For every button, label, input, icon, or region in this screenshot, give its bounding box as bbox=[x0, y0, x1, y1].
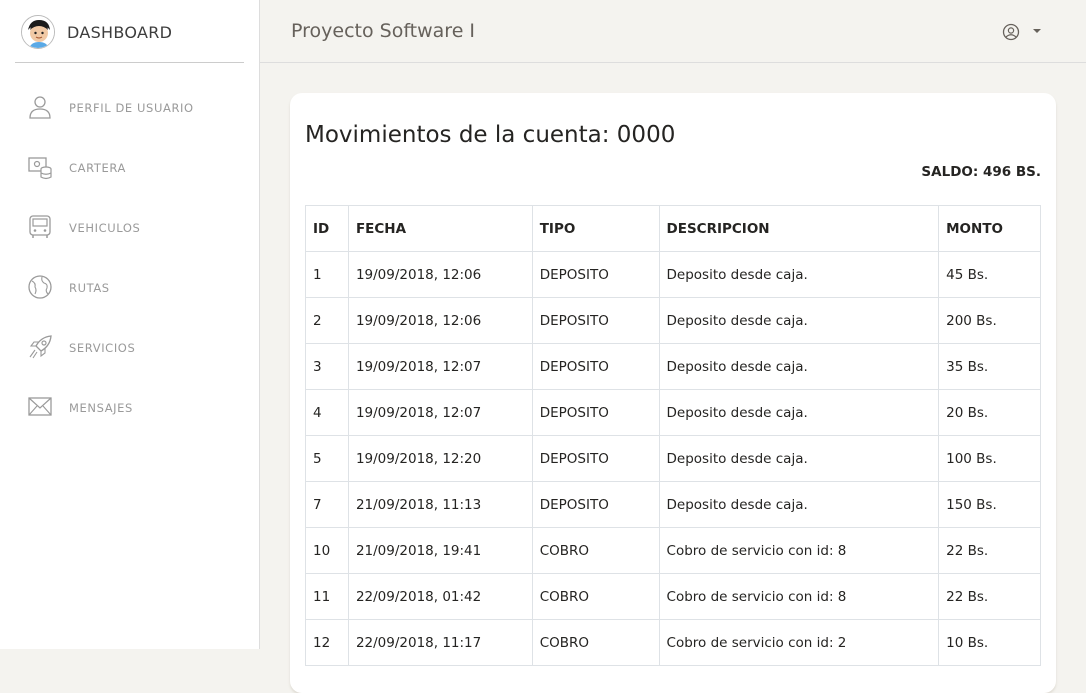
table-row: 7 21/09/2018, 11:13 DEPOSITO Deposito desde… bbox=[305, 481, 1041, 528]
cell-tipo: COBRO bbox=[531, 619, 660, 666]
cell-descripcion: Cobro de servicio con id: 2 bbox=[658, 619, 940, 666]
cell-fecha: 19/09/2018, 12:07 bbox=[347, 389, 533, 436]
cell-id: 10 bbox=[305, 527, 349, 574]
cell-monto: 20 Bs. bbox=[938, 389, 1041, 436]
cell-tipo: DEPOSITO bbox=[531, 251, 660, 298]
cell-monto: 150 Bs. bbox=[938, 481, 1041, 528]
cell-fecha: 21/09/2018, 11:13 bbox=[347, 481, 533, 528]
cell-id: 3 bbox=[305, 343, 349, 390]
sidebar-item-perfil[interactable]: PERFIL DE USUARIO bbox=[0, 86, 259, 130]
column-header-id: ID bbox=[305, 205, 349, 252]
cell-descripcion: Deposito desde caja. bbox=[658, 343, 940, 390]
table-row: 3 19/09/2018, 12:07 DEPOSITO Deposito desde… bbox=[305, 343, 1041, 390]
brand-title: DASHBOARD bbox=[67, 23, 173, 42]
cell-monto: 22 Bs. bbox=[938, 527, 1041, 574]
cell-monto: 22 Bs. bbox=[938, 573, 1041, 620]
cell-descripcion: Deposito desde caja. bbox=[658, 251, 940, 298]
cell-fecha: 22/09/2018, 01:42 bbox=[347, 573, 533, 620]
cell-tipo: DEPOSITO bbox=[531, 297, 660, 344]
brand[interactable]: DASHBOARD bbox=[15, 0, 244, 63]
cell-tipo: DEPOSITO bbox=[531, 389, 660, 436]
column-header-monto: MONTO bbox=[938, 205, 1041, 252]
cell-descripcion: Deposito desde caja. bbox=[658, 297, 940, 344]
table-header-row: ID FECHA TIPO DESCRIPCION MONTO bbox=[305, 205, 1041, 252]
cell-monto: 35 Bs. bbox=[938, 343, 1041, 390]
sidebar: DASHBOARD PERFIL DE USUARIO CARTERA VEHI… bbox=[0, 0, 260, 649]
sidebar-item-label: PERFIL DE USUARIO bbox=[69, 101, 194, 115]
table-row: 4 19/09/2018, 12:07 DEPOSITO Deposito desde… bbox=[305, 389, 1041, 436]
cell-fecha: 21/09/2018, 19:41 bbox=[347, 527, 533, 574]
cell-id: 5 bbox=[305, 435, 349, 482]
cell-monto: 200 Bs. bbox=[938, 297, 1041, 344]
sidebar-item-label: RUTAS bbox=[69, 281, 110, 295]
user-circle-icon bbox=[1002, 23, 1020, 41]
sidebar-item-label: CARTERA bbox=[69, 161, 126, 175]
cell-fecha: 19/09/2018, 12:06 bbox=[347, 251, 533, 298]
cell-tipo: COBRO bbox=[531, 573, 660, 620]
movements-card: Movimientos de la cuenta: 0000 SALDO: 49… bbox=[290, 93, 1056, 693]
column-header-fecha: FECHA bbox=[347, 205, 533, 252]
cell-id: 2 bbox=[305, 297, 349, 344]
sidebar-item-servicios[interactable]: SERVICIOS bbox=[0, 326, 259, 370]
cell-id: 7 bbox=[305, 481, 349, 528]
table-row: 11 22/09/2018, 01:42 COBRO Cobro de servici… bbox=[305, 573, 1041, 620]
table-row: 2 19/09/2018, 12:06 DEPOSITO Deposito desde… bbox=[305, 297, 1041, 344]
sidebar-item-label: VEHICULOS bbox=[69, 221, 141, 235]
bus-icon bbox=[29, 215, 51, 238]
column-header-tipo: TIPO bbox=[531, 205, 660, 252]
cell-monto: 45 Bs. bbox=[938, 251, 1041, 298]
cell-descripcion: Deposito desde caja. bbox=[658, 389, 940, 436]
sidebar-item-label: SERVICIOS bbox=[69, 341, 136, 355]
user-icon bbox=[29, 96, 51, 119]
cell-id: 12 bbox=[305, 619, 349, 666]
cell-id: 4 bbox=[305, 389, 349, 436]
user-menu-dropdown[interactable] bbox=[1001, 22, 1045, 42]
cell-fecha: 19/09/2018, 12:20 bbox=[347, 435, 533, 482]
cell-fecha: 22/09/2018, 11:17 bbox=[347, 619, 533, 666]
sidebar-item-mensajes[interactable]: MENSAJES bbox=[0, 386, 259, 430]
cell-descripcion: Deposito desde caja. bbox=[658, 481, 940, 528]
wallet-icon bbox=[28, 157, 52, 180]
cell-descripcion: Cobro de servicio con id: 8 bbox=[658, 573, 940, 620]
caret-down-icon bbox=[1033, 29, 1041, 33]
cell-fecha: 19/09/2018, 12:06 bbox=[347, 297, 533, 344]
cell-descripcion: Cobro de servicio con id: 8 bbox=[658, 527, 940, 574]
globe-icon bbox=[28, 275, 52, 299]
top-navbar: Proyecto Software I bbox=[260, 0, 1086, 63]
cell-tipo: DEPOSITO bbox=[531, 481, 660, 528]
cell-tipo: DEPOSITO bbox=[531, 343, 660, 390]
cell-id: 11 bbox=[305, 573, 349, 620]
cell-monto: 100 Bs. bbox=[938, 435, 1041, 482]
page-title: Proyecto Software I bbox=[291, 20, 476, 42]
balance-label: SALDO: 496 BS. bbox=[921, 164, 1041, 180]
cell-tipo: COBRO bbox=[531, 527, 660, 574]
table-row: 10 21/09/2018, 19:41 COBRO Cobro de servici… bbox=[305, 527, 1041, 574]
table-row: 5 19/09/2018, 12:20 DEPOSITO Deposito desde… bbox=[305, 435, 1041, 482]
avatar bbox=[21, 15, 55, 49]
cell-tipo: DEPOSITO bbox=[531, 435, 660, 482]
column-header-descripcion: DESCRIPCION bbox=[658, 205, 940, 252]
cell-id: 1 bbox=[305, 251, 349, 298]
card-title: Movimientos de la cuenta: 0000 bbox=[305, 122, 676, 148]
table-row: 1 19/09/2018, 12:06 DEPOSITO Deposito desde… bbox=[305, 251, 1041, 298]
cell-descripcion: Deposito desde caja. bbox=[658, 435, 940, 482]
movements-table: ID FECHA TIPO DESCRIPCION MONTO 1 19/09/2… bbox=[305, 205, 1041, 666]
sidebar-item-label: MENSAJES bbox=[69, 401, 133, 415]
table-row: 12 22/09/2018, 11:17 COBRO Cobro de servici… bbox=[305, 619, 1041, 666]
sidebar-item-rutas[interactable]: RUTAS bbox=[0, 266, 259, 310]
cell-fecha: 19/09/2018, 12:07 bbox=[347, 343, 533, 390]
mail-icon bbox=[28, 397, 52, 416]
rocket-icon bbox=[29, 335, 52, 359]
sidebar-item-cartera[interactable]: CARTERA bbox=[0, 146, 259, 190]
sidebar-item-vehiculos[interactable]: VEHICULOS bbox=[0, 206, 259, 250]
cell-monto: 10 Bs. bbox=[938, 619, 1041, 666]
